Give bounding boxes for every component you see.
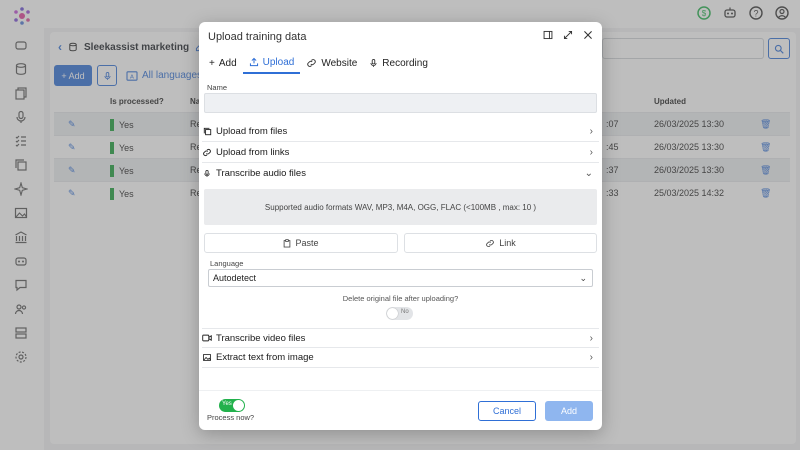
mic-icon xyxy=(370,59,377,67)
paste-button[interactable]: Paste xyxy=(204,233,398,253)
transcribe-video-label: Transcribe video files xyxy=(216,332,306,344)
transcribe-audio-section[interactable]: Transcribe audio files ⌄ xyxy=(202,163,599,183)
language-value: Autodetect xyxy=(213,273,257,283)
modal-tabs: + Add Upload Website Recording xyxy=(199,52,602,74)
link-button[interactable]: Link xyxy=(404,233,597,253)
cancel-button[interactable]: Cancel xyxy=(478,401,536,421)
link-label: Link xyxy=(499,238,516,248)
toggle-knob xyxy=(387,308,398,319)
add-button[interactable]: Add xyxy=(545,401,593,421)
close-icon[interactable] xyxy=(583,30,593,40)
chevron-right-icon: › xyxy=(589,352,593,363)
upload-from-links-section[interactable]: Upload from links › xyxy=(202,143,599,163)
clipboard-icon xyxy=(284,238,291,247)
tab-add[interactable]: + Add xyxy=(203,52,243,74)
tab-recording[interactable]: Recording xyxy=(363,52,434,74)
modal-title: Upload training data xyxy=(208,31,307,43)
chevron-down-icon: ⌄ xyxy=(579,272,587,283)
process-now-toggle[interactable]: Yes xyxy=(219,399,245,412)
extract-text-label: Extract text from image xyxy=(216,352,314,363)
tab-upload-label: Upload xyxy=(262,56,295,68)
process-now-label: Process now? xyxy=(207,413,255,422)
audio-dropzone[interactable]: Supported audio formats WAV, MP3, M4A, O… xyxy=(204,189,597,225)
toggle-state-text: No xyxy=(401,309,409,315)
transcribe-audio-label: Transcribe audio files xyxy=(216,167,306,179)
extract-text-section[interactable]: Extract text from image › xyxy=(202,348,599,368)
chevron-right-icon: › xyxy=(589,147,593,158)
plus-icon: + xyxy=(209,57,215,69)
language-label: Language xyxy=(210,259,244,268)
paste-label: Paste xyxy=(295,238,319,248)
chevron-right-icon: › xyxy=(589,126,593,137)
microphone-icon xyxy=(202,169,212,178)
name-field[interactable] xyxy=(204,93,597,113)
tab-upload[interactable]: Upload xyxy=(242,52,301,74)
delete-original-label: Delete original file after uploading? xyxy=(342,294,459,303)
tab-website[interactable]: Website xyxy=(300,52,363,74)
image-icon xyxy=(202,353,212,362)
language-select[interactable]: Autodetect ⌄ xyxy=(208,269,593,287)
upload-from-links-label: Upload from links xyxy=(216,147,290,158)
link-icon xyxy=(202,148,212,157)
upload-from-files-section[interactable]: Upload from files › xyxy=(202,122,599,142)
footer-divider xyxy=(199,390,602,391)
transcribe-video-section[interactable]: Transcribe video files › xyxy=(202,328,599,348)
delete-original-toggle[interactable]: No xyxy=(386,307,413,320)
copy-files-icon xyxy=(202,127,212,136)
tab-website-label: Website xyxy=(321,57,358,69)
dropzone-text: Supported audio formats WAV, MP3, M4A, O… xyxy=(264,202,537,212)
link-icon xyxy=(307,59,317,67)
upload-icon xyxy=(249,57,258,67)
tab-add-label: Add xyxy=(218,57,237,69)
upload-modal: Upload training data + Add Upload Websit… xyxy=(199,22,602,430)
sidebar-panel-icon[interactable] xyxy=(543,30,553,40)
toggle-state-text: Yes xyxy=(222,401,232,407)
chevron-right-icon: › xyxy=(589,332,593,344)
link-icon xyxy=(486,239,495,247)
upload-from-files-label: Upload from files xyxy=(216,126,288,137)
expand-icon[interactable] xyxy=(563,30,573,40)
chevron-down-icon: ⌄ xyxy=(584,167,593,179)
name-label: Name xyxy=(207,83,228,92)
video-icon xyxy=(202,334,212,342)
tab-recording-label: Recording xyxy=(382,57,428,69)
toggle-knob xyxy=(233,400,244,411)
